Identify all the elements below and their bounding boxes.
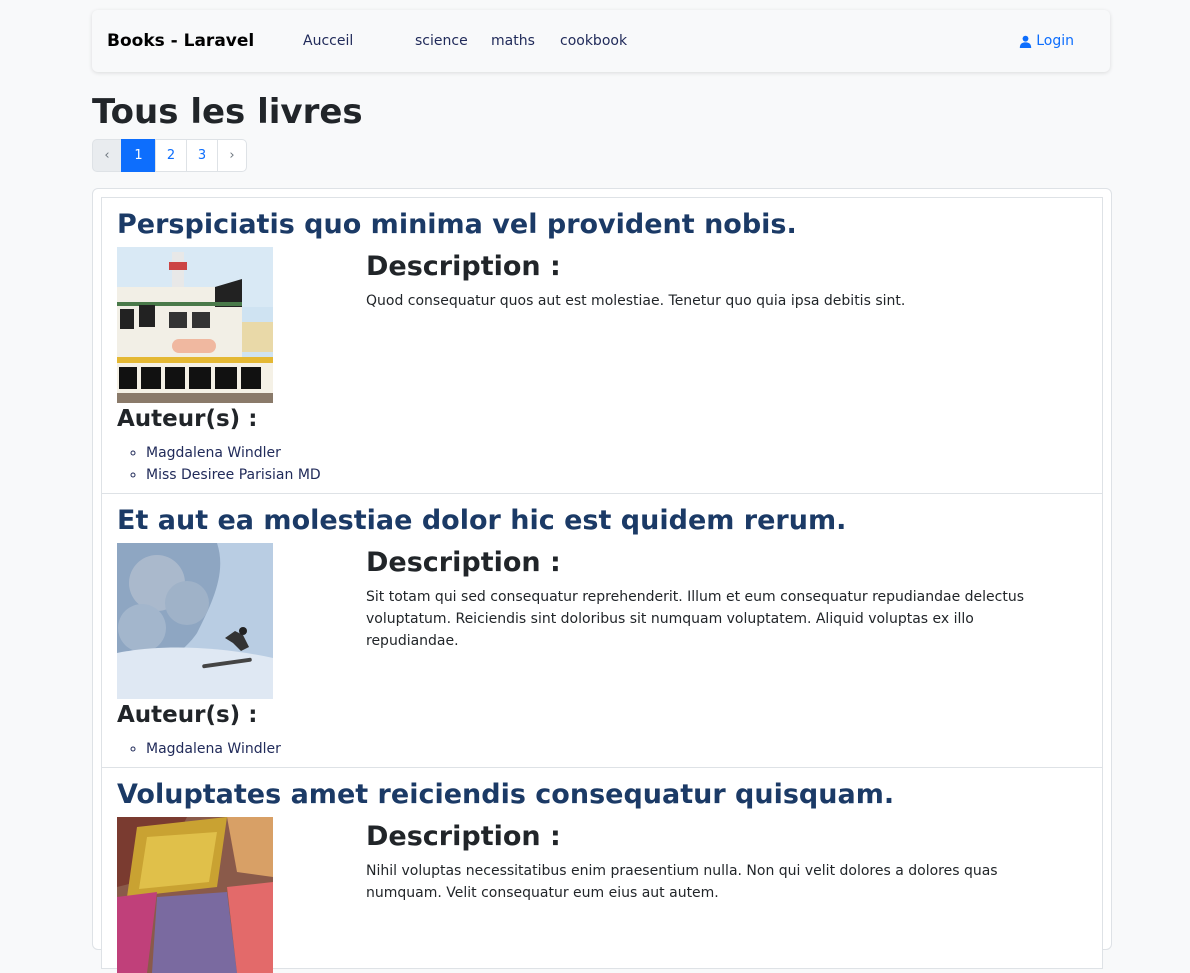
book-cover-image bbox=[117, 247, 273, 403]
description-heading: Description : bbox=[366, 547, 561, 578]
author-item[interactable]: Miss Desiree Parisian MD bbox=[146, 464, 321, 486]
nav-link-science[interactable]: science bbox=[415, 33, 468, 49]
book-item: Voluptates amet reiciendis consequatur q… bbox=[101, 767, 1103, 973]
book-title[interactable]: Voluptates amet reiciendis consequatur q… bbox=[117, 778, 894, 812]
pagination-page-1[interactable]: 1 bbox=[121, 139, 156, 172]
snowboard-image bbox=[117, 543, 273, 699]
nav-link-cookbook[interactable]: cookbook bbox=[560, 33, 627, 49]
book-description: Nihil voluptas necessitatibus enim praes… bbox=[366, 863, 998, 901]
pagination-page-2[interactable]: 2 bbox=[155, 139, 187, 172]
book-title[interactable]: Et aut ea molestiae dolor hic est quidem… bbox=[117, 504, 846, 538]
book-description: Quod consequatur quos aut est molestiae.… bbox=[366, 293, 906, 309]
authors-list: Magdalena Windler bbox=[117, 738, 281, 760]
author-item[interactable]: Magdalena Windler bbox=[146, 442, 321, 464]
brand-link[interactable]: Books - Laravel bbox=[107, 31, 254, 51]
authors-list: Magdalena Windler Miss Desiree Parisian … bbox=[117, 442, 321, 486]
nav-link-accueil[interactable]: Aucceil bbox=[303, 33, 353, 49]
books-card: Perspiciatis quo minima vel provident no… bbox=[92, 188, 1112, 973]
authors-heading: Auteur(s) : bbox=[117, 702, 258, 728]
book-description: Sit totam qui sed consequatur reprehende… bbox=[366, 589, 1025, 649]
book-item: Perspiciatis quo minima vel provident no… bbox=[101, 197, 1103, 495]
nav-link-maths[interactable]: maths bbox=[491, 33, 535, 49]
ferry-image bbox=[117, 247, 273, 403]
login-link[interactable]: Login bbox=[1019, 33, 1074, 49]
book-cover-image bbox=[117, 543, 273, 699]
description-heading: Description : bbox=[366, 251, 561, 282]
page-title: Tous les livres bbox=[92, 92, 363, 132]
book-cover-image bbox=[117, 817, 273, 973]
pagination: ‹ 1 2 3 › bbox=[92, 139, 247, 172]
author-item[interactable]: Magdalena Windler bbox=[146, 738, 281, 760]
pagination-next-button[interactable]: › bbox=[217, 139, 247, 172]
description-heading: Description : bbox=[366, 821, 561, 852]
book-title[interactable]: Perspiciatis quo minima vel provident no… bbox=[117, 208, 797, 242]
abstract-image bbox=[117, 817, 273, 973]
login-label: Login bbox=[1036, 33, 1074, 49]
user-icon bbox=[1020, 35, 1032, 48]
navbar: Books - Laravel Aucceil science maths co… bbox=[92, 10, 1110, 72]
pagination-page-3[interactable]: 3 bbox=[186, 139, 218, 172]
authors-heading: Auteur(s) : bbox=[117, 406, 258, 432]
pagination-prev-button[interactable]: ‹ bbox=[92, 139, 122, 172]
book-item: Et aut ea molestiae dolor hic est quidem… bbox=[101, 493, 1103, 769]
